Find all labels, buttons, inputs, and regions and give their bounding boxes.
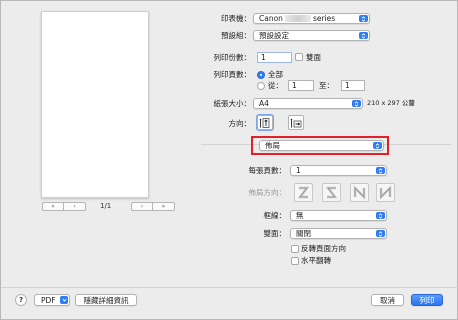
paper-size-label: 紙張大小： — [213, 99, 252, 108]
duplex-label: 雙面 — [306, 53, 321, 62]
preset-value: 預設設定 — [259, 31, 289, 40]
orientation-label: 方向： — [228, 119, 252, 128]
cancel-button[interactable]: 取消 — [371, 294, 404, 306]
chevron-updown-icon — [359, 15, 368, 22]
paper-size-value: A4 — [259, 99, 269, 108]
print-dialog: « ‹ 1/1 › » 印表機： Canon series 預設組： 預設設定 … — [0, 0, 458, 320]
pages-per-sheet-value: 1 — [296, 166, 301, 175]
pages-range-radio[interactable] — [257, 82, 265, 90]
chevron-updown-icon — [376, 167, 385, 174]
print-label: 列印 — [419, 295, 435, 305]
chevron-updown-icon — [359, 32, 368, 39]
landscape-icon — [290, 118, 302, 127]
hide-details-label: 隱藏詳細資訊 — [83, 295, 129, 305]
chevron-updown-icon — [376, 230, 385, 237]
reverse-orientation-label: 反轉頁面方向 — [301, 244, 346, 253]
next-page-button[interactable]: › — [131, 202, 153, 211]
layout-direction-label: 佈局方向： — [248, 188, 287, 197]
printer-model-redacted — [284, 15, 311, 22]
paper-size-select[interactable]: A4 — [253, 98, 363, 109]
layout-n-reverse-icon[interactable] — [350, 183, 369, 202]
duplex-checkbox[interactable] — [295, 53, 303, 61]
last-page-button[interactable]: » — [153, 202, 175, 211]
pages-from-field[interactable]: 1 — [288, 80, 314, 91]
pdf-label: PDF — [41, 295, 56, 305]
chevron-down-icon — [60, 296, 68, 304]
cancel-label: 取消 — [380, 295, 395, 305]
chevron-updown-icon — [376, 212, 385, 219]
flip-horizontal-label: 水平翻轉 — [301, 256, 331, 265]
pages-from-label: 從： — [268, 81, 283, 90]
printer-label: 印表機： — [221, 14, 251, 23]
layout-s-icon[interactable] — [322, 183, 341, 202]
pages-per-sheet-select[interactable]: 1 — [290, 165, 387, 176]
pages-all-label: 全部 — [268, 70, 283, 79]
copies-field[interactable]: 1 — [257, 52, 292, 63]
pages-all-radio[interactable] — [257, 71, 265, 79]
preset-select[interactable]: 預設設定 — [253, 30, 370, 41]
pager-forward-group: › » — [131, 202, 175, 211]
landscape-orientation-button[interactable] — [288, 115, 304, 130]
pages-label: 列印頁數： — [213, 70, 252, 79]
border-select[interactable]: 無 — [290, 210, 387, 221]
two-sided-select[interactable]: 關閉 — [290, 228, 387, 239]
border-value: 無 — [296, 211, 304, 220]
two-sided-value: 關閉 — [296, 229, 311, 238]
page-preview — [41, 11, 149, 198]
bottom-separator — [1, 287, 458, 288]
printer-name-suffix: series — [312, 14, 336, 23]
reverse-orientation-checkbox[interactable] — [291, 245, 299, 253]
help-button[interactable]: ? — [15, 294, 27, 306]
pages-to-field[interactable]: 1 — [341, 80, 365, 91]
chevron-updown-icon — [352, 100, 361, 107]
layout-z-icon[interactable] — [294, 183, 313, 202]
pager-back-group: « ‹ — [42, 202, 86, 211]
copies-label: 列印份數： — [213, 53, 252, 62]
highlight-box — [251, 136, 389, 155]
layout-n-icon[interactable] — [376, 183, 395, 202]
portrait-orientation-button[interactable] — [257, 115, 273, 130]
print-button[interactable]: 列印 — [411, 294, 443, 306]
pages-per-sheet-label: 每張頁數： — [248, 166, 287, 175]
printer-select[interactable]: Canon series — [253, 13, 370, 24]
previous-page-button[interactable]: ‹ — [64, 202, 86, 211]
page-indicator: 1/1 — [100, 202, 112, 210]
flip-horizontal-checkbox[interactable] — [291, 257, 299, 265]
pages-to-label: 至： — [319, 81, 334, 90]
portrait-icon — [259, 117, 270, 128]
hide-details-button[interactable]: 隱藏詳細資訊 — [75, 294, 137, 306]
preset-label: 預設組： — [221, 31, 251, 40]
border-label: 框線： — [263, 211, 287, 220]
two-sided-label: 雙面： — [263, 229, 287, 238]
paper-dimensions: 210 x 297 公釐 — [367, 99, 415, 107]
first-page-button[interactable]: « — [42, 202, 64, 211]
printer-name-prefix: Canon — [259, 14, 283, 23]
